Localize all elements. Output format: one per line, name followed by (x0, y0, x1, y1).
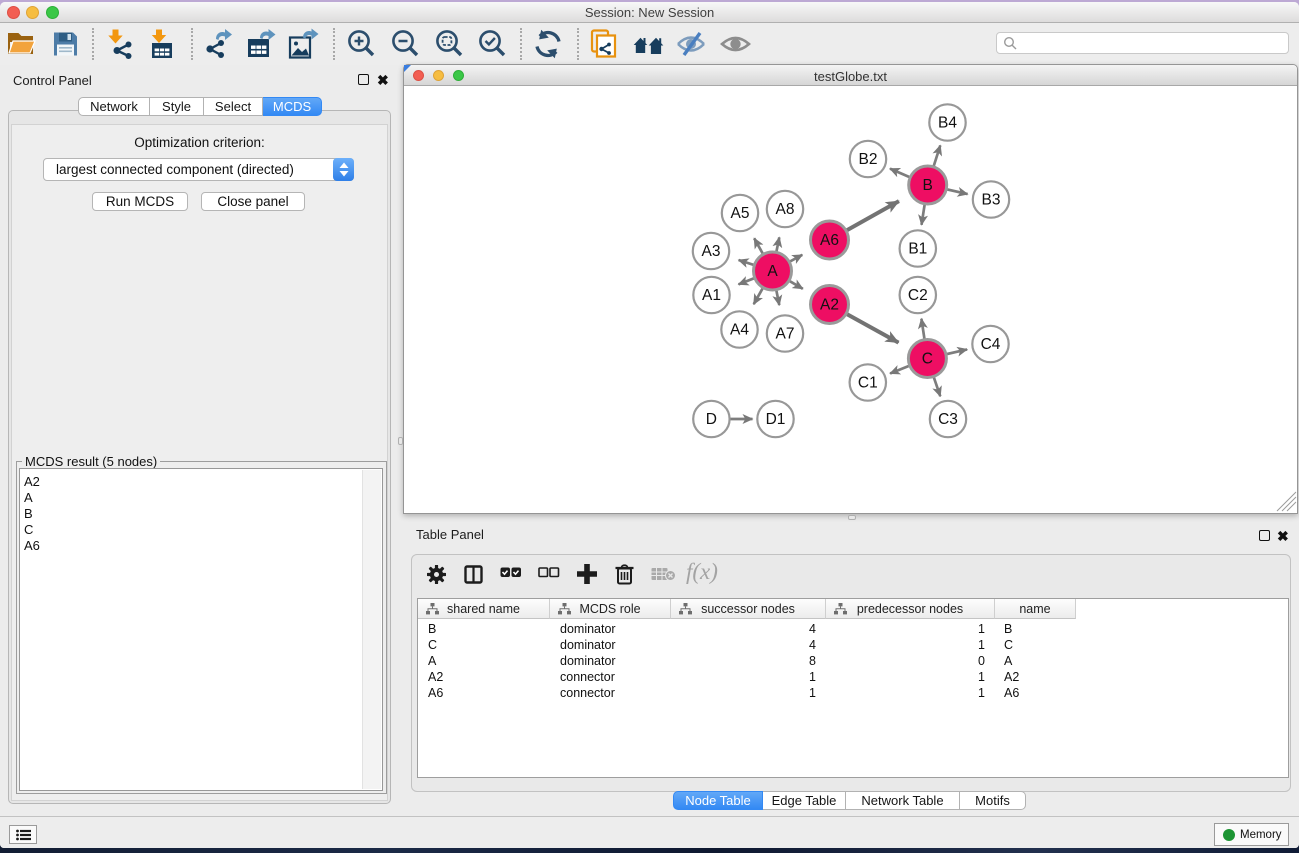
svg-text:C2: C2 (908, 287, 928, 304)
svg-text:A2: A2 (820, 297, 839, 314)
svg-text:B4: B4 (938, 115, 957, 132)
svg-text:D1: D1 (766, 411, 786, 428)
svg-text:A8: A8 (776, 201, 795, 218)
svg-text:C1: C1 (858, 375, 878, 392)
svg-text:C3: C3 (938, 411, 958, 428)
svg-text:D: D (706, 411, 717, 428)
svg-text:B1: B1 (908, 241, 927, 258)
svg-text:A4: A4 (730, 322, 749, 339)
svg-text:C4: C4 (981, 336, 1001, 353)
svg-text:B2: B2 (859, 151, 878, 168)
svg-text:B3: B3 (982, 192, 1001, 209)
svg-text:C: C (922, 351, 933, 368)
svg-text:A6: A6 (820, 232, 839, 249)
svg-text:A: A (767, 263, 778, 280)
svg-text:A5: A5 (731, 205, 750, 222)
svg-text:B: B (923, 177, 933, 194)
svg-text:A1: A1 (702, 287, 721, 304)
svg-text:A7: A7 (776, 326, 795, 343)
svg-text:A3: A3 (702, 243, 721, 260)
